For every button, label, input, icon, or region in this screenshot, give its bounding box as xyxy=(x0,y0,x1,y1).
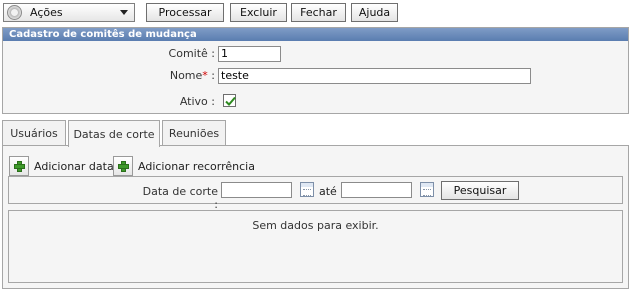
data-de-corte-label: Data de corte : xyxy=(142,185,218,211)
ate-label: até xyxy=(319,185,337,198)
calendar-icon[interactable] xyxy=(300,182,314,197)
add-date-label[interactable]: Adicionar data xyxy=(34,160,114,173)
comite-label: Comitê : xyxy=(168,47,215,60)
excluir-button[interactable]: Excluir xyxy=(230,3,287,22)
calendar-icon[interactable] xyxy=(420,182,434,197)
cadastro-panel: Cadastro de comitês de mudança Comitê : … xyxy=(2,27,629,114)
gear-icon xyxy=(7,5,22,20)
plus-icon xyxy=(118,161,129,172)
date-to-field[interactable] xyxy=(341,182,412,198)
nome-field[interactable]: teste xyxy=(218,68,531,84)
filter-box xyxy=(8,176,623,204)
tab-reunioes[interactable]: Reuniões xyxy=(162,120,226,146)
empty-message: Sem dados para exibir. xyxy=(252,219,379,232)
actions-dropdown[interactable]: Ações xyxy=(3,3,135,22)
plus-icon xyxy=(14,161,25,172)
ativo-checkbox[interactable] xyxy=(223,94,236,107)
add-recurrence-button[interactable] xyxy=(113,156,133,176)
tab-datas-de-corte[interactable]: Datas de corte xyxy=(68,120,160,147)
tab-usuarios[interactable]: Usuários xyxy=(2,120,66,146)
tab-bar: Usuários Datas de corte Reuniões xyxy=(2,120,629,147)
nome-label-wrap: Nome* : xyxy=(153,69,215,82)
results-grid: Sem dados para exibir. xyxy=(8,210,623,283)
add-recurrence-label[interactable]: Adicionar recorrência xyxy=(138,160,255,173)
toolbar: Ações Processar Excluir Fechar Ajuda xyxy=(0,0,631,26)
actions-label: Ações xyxy=(30,6,63,19)
add-date-button[interactable] xyxy=(9,156,29,176)
check-icon xyxy=(225,96,236,106)
chevron-down-icon xyxy=(120,10,128,15)
pesquisar-button[interactable]: Pesquisar xyxy=(441,181,519,200)
processar-button[interactable]: Processar xyxy=(146,3,224,22)
nome-label: Nome xyxy=(169,69,203,82)
fechar-button[interactable]: Fechar xyxy=(291,3,346,22)
nome-colon: : xyxy=(207,69,215,82)
ajuda-button[interactable]: Ajuda xyxy=(351,3,398,22)
date-from-field[interactable] xyxy=(221,182,292,198)
ativo-label: Ativo : xyxy=(179,95,215,108)
panel-title: Cadastro de comitês de mudança xyxy=(3,28,628,41)
comite-field[interactable]: 1 xyxy=(218,46,281,62)
